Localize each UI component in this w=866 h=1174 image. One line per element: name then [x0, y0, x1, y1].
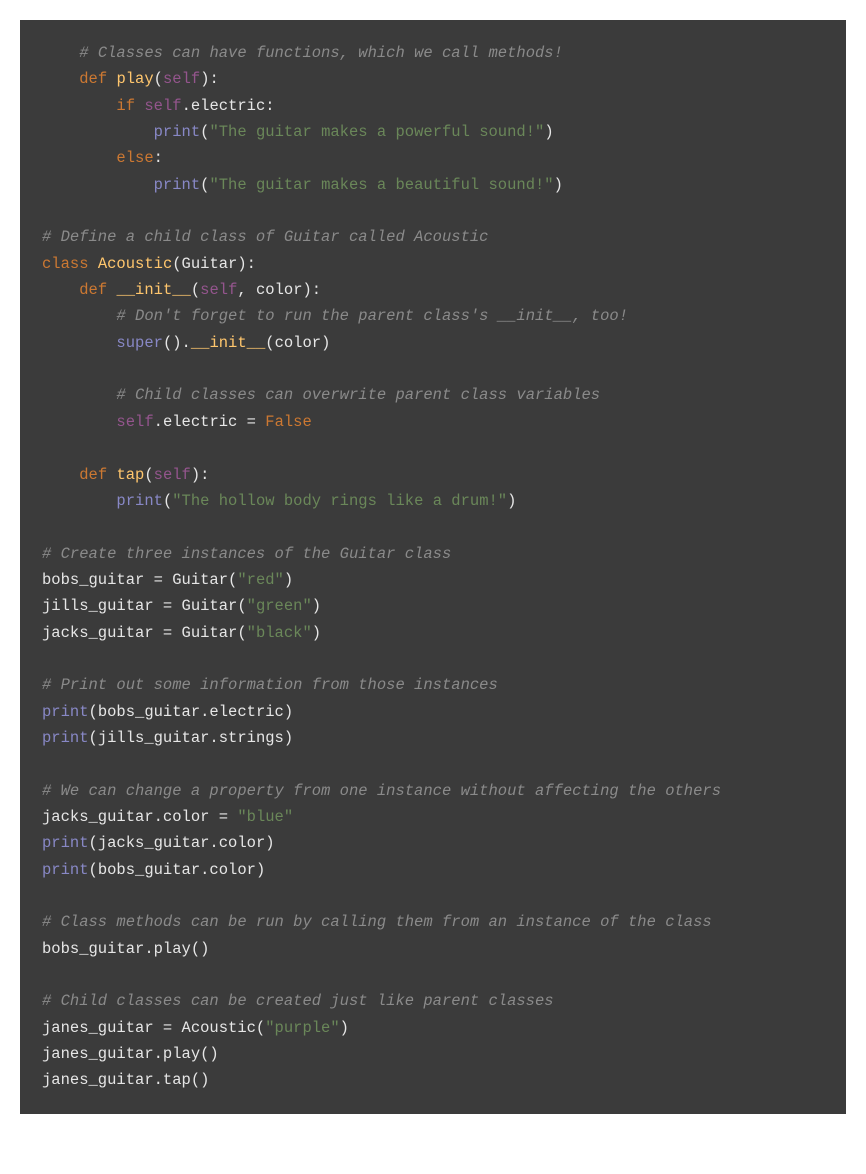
- code-token: (: [191, 281, 200, 299]
- code-token: :: [154, 149, 163, 167]
- code-token: [42, 307, 116, 325]
- code-token: ): [312, 624, 321, 642]
- code-token: # Create three instances of the Guitar c…: [42, 545, 451, 563]
- code-token: # Child classes can be created just like…: [42, 992, 554, 1010]
- code-token: bobs_guitar = Guitar(: [42, 571, 237, 589]
- code-token: play: [116, 70, 153, 88]
- code-token: [42, 97, 116, 115]
- code-token: (: [163, 492, 172, 510]
- code-token: print: [154, 176, 201, 194]
- code-token: [42, 176, 154, 194]
- code-token: "The hollow body rings like a drum!": [172, 492, 507, 510]
- code-token: print: [42, 861, 89, 879]
- code-token: self: [163, 70, 200, 88]
- code-token: jills_guitar = Guitar(: [42, 597, 247, 615]
- code-token: .electric:: [182, 97, 275, 115]
- code-token: # Don't forget to run the parent class's…: [116, 307, 628, 325]
- code-token: print: [42, 703, 89, 721]
- code-token: ): [284, 571, 293, 589]
- code-token: "The guitar makes a beautiful sound!": [209, 176, 553, 194]
- code-token: False: [265, 413, 312, 431]
- code-token: # Classes can have functions, which we c…: [79, 44, 563, 62]
- code-token: self: [154, 466, 191, 484]
- code-token: __init__: [191, 334, 265, 352]
- code-token: "The guitar makes a powerful sound!": [209, 123, 544, 141]
- code-token: else: [116, 149, 153, 167]
- code-token: super: [116, 334, 163, 352]
- code-block: # Classes can have functions, which we c…: [20, 20, 846, 1114]
- code-token: [42, 70, 79, 88]
- code-token: print: [154, 123, 201, 141]
- code-token: # Print out some information from those …: [42, 676, 498, 694]
- code-token: ): [340, 1019, 349, 1037]
- code-token: (: [144, 466, 153, 484]
- code-token: "black": [247, 624, 312, 642]
- code-token: [135, 97, 144, 115]
- code-token: janes_guitar = Acoustic(: [42, 1019, 265, 1037]
- code-token: def: [79, 281, 107, 299]
- code-token: "purple": [265, 1019, 339, 1037]
- code-token: (Guitar):: [172, 255, 256, 273]
- code-token: ):: [191, 466, 210, 484]
- code-token: "red": [237, 571, 284, 589]
- code-token: [89, 255, 98, 273]
- code-token: [42, 334, 116, 352]
- code-token: (jills_guitar.strings): [89, 729, 294, 747]
- code-token: .electric =: [154, 413, 266, 431]
- code-token: [42, 281, 79, 299]
- code-token: print: [116, 492, 163, 510]
- code-token: ): [312, 597, 321, 615]
- code-token: self: [200, 281, 237, 299]
- code-token: # Child classes can overwrite parent cla…: [116, 386, 600, 404]
- code-token: [42, 413, 116, 431]
- code-token: ):: [200, 70, 219, 88]
- code-token: # We can change a property from one inst…: [42, 782, 721, 800]
- code-token: if: [116, 97, 135, 115]
- code-token: [42, 123, 154, 141]
- code-token: ): [507, 492, 516, 510]
- code-token: [42, 149, 116, 167]
- code-token: [42, 44, 79, 62]
- code-token: [42, 386, 116, 404]
- code-token: def: [79, 466, 107, 484]
- code-token: print: [42, 834, 89, 852]
- code-token: "blue": [237, 808, 293, 826]
- code-token: bobs_guitar.play(): [42, 940, 209, 958]
- code-token: print: [42, 729, 89, 747]
- code-token: (: [154, 70, 163, 88]
- code-token: ().: [163, 334, 191, 352]
- code-token: self: [116, 413, 153, 431]
- code-token: def: [79, 70, 107, 88]
- code-token: self: [144, 97, 181, 115]
- code-content: # Classes can have functions, which we c…: [42, 44, 721, 1089]
- code-token: Acoustic: [98, 255, 172, 273]
- code-token: tap: [116, 466, 144, 484]
- code-token: ): [554, 176, 563, 194]
- code-token: ): [544, 123, 553, 141]
- code-token: (bobs_guitar.electric): [89, 703, 294, 721]
- code-token: __init__: [116, 281, 190, 299]
- code-token: janes_guitar.play(): [42, 1045, 219, 1063]
- code-token: janes_guitar.tap(): [42, 1071, 209, 1089]
- code-token: (jacks_guitar.color): [89, 834, 275, 852]
- code-token: [42, 492, 116, 510]
- code-token: (color): [265, 334, 330, 352]
- code-token: class: [42, 255, 89, 273]
- code-token: (bobs_guitar.color): [89, 861, 266, 879]
- code-token: jacks_guitar.color =: [42, 808, 237, 826]
- code-token: # Class methods can be run by calling th…: [42, 913, 712, 931]
- code-token: # Define a child class of Guitar called …: [42, 228, 488, 246]
- code-token: "green": [247, 597, 312, 615]
- code-token: jacks_guitar = Guitar(: [42, 624, 247, 642]
- code-token: , color):: [237, 281, 321, 299]
- code-token: [42, 466, 79, 484]
